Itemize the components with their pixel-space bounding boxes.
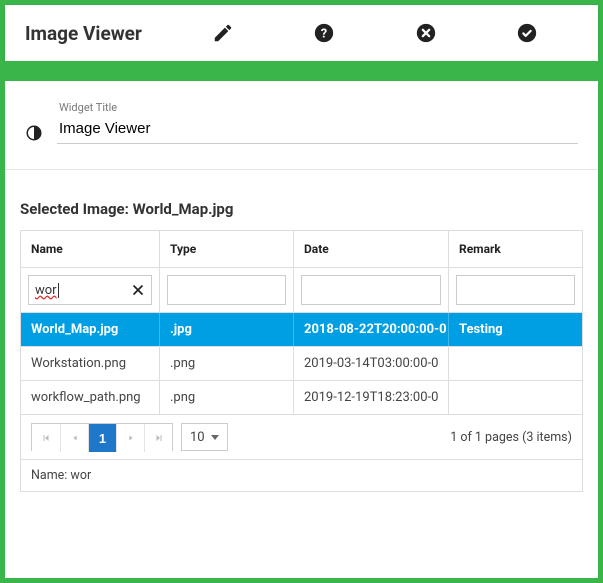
confirm-icon[interactable] — [516, 22, 538, 44]
filter-date-input[interactable] — [302, 276, 440, 304]
selected-image-name: World_Map.jpg — [133, 200, 234, 218]
pager-info: 1 of 1 pages (3 items) — [450, 430, 572, 445]
widget-title-field: Widget Title — [57, 101, 578, 144]
pager-bar: 1 10 1 of 1 pages (3 items) — [20, 415, 583, 460]
filter-type-wrap — [167, 275, 286, 305]
help-icon[interactable]: ? — [313, 22, 335, 44]
cell-name: World_Map.jpg — [21, 313, 159, 346]
cell-type: .jpg — [159, 313, 293, 346]
edit-icon[interactable] — [212, 22, 234, 44]
col-header-name[interactable]: Name — [21, 231, 159, 267]
filter-type-input[interactable] — [168, 276, 285, 304]
cell-name: Workstation.png — [21, 347, 159, 380]
pager-last-icon[interactable] — [144, 424, 172, 452]
pager-first-icon[interactable] — [32, 424, 60, 452]
contrast-icon[interactable] — [25, 124, 43, 142]
cancel-icon[interactable] — [415, 22, 437, 44]
filter-remark-input[interactable] — [457, 276, 574, 304]
header-title: Image Viewer — [25, 22, 142, 45]
pager-group: 1 — [31, 423, 173, 451]
col-header-date[interactable]: Date — [293, 231, 448, 267]
cell-type: .png — [159, 347, 293, 380]
pager-next-icon[interactable] — [116, 424, 144, 452]
cell-remark — [448, 347, 582, 380]
selected-image-label: Selected Image: World_Map.jpg — [20, 200, 583, 218]
pager-prev-icon[interactable] — [60, 424, 88, 452]
cell-name: workflow_path.png — [21, 381, 159, 414]
cell-date: 2019-03-14T03:00:00-0 — [293, 347, 448, 380]
pager-page-current[interactable]: 1 — [88, 424, 116, 452]
filter-date-wrap — [301, 275, 441, 305]
image-grid: Name Type Date Remark wor — [20, 230, 583, 415]
table-row[interactable]: World_Map.jpg .jpg 2018-08-22T20:00:00-0… — [21, 313, 582, 347]
selected-image-prefix: Selected Image: — [20, 200, 133, 218]
svg-text:?: ? — [321, 27, 327, 42]
text-caret — [58, 283, 59, 298]
cell-remark: Testing — [448, 313, 582, 346]
accent-strip — [5, 61, 598, 81]
app-frame: Image Viewer ? Widget Title — [0, 0, 603, 583]
grid-header-row: Name Type Date Remark — [21, 231, 582, 268]
table-row[interactable]: workflow_path.png .png 2019-12-19T18:23:… — [21, 381, 582, 414]
table-row[interactable]: Workstation.png .png 2019-03-14T03:00:00… — [21, 347, 582, 381]
header-actions: ? — [172, 22, 578, 44]
cell-type: .png — [159, 381, 293, 414]
filter-remark-wrap — [456, 275, 575, 305]
clear-filter-icon[interactable] — [129, 281, 147, 299]
cell-date: 2018-08-22T20:00:00-0 — [293, 313, 448, 346]
filter-name-wrap: wor — [28, 275, 152, 305]
header-bar: Image Viewer ? — [5, 5, 598, 61]
grid-filter-row: wor — [21, 268, 582, 313]
col-header-type[interactable]: Type — [159, 231, 293, 267]
caret-down-icon — [211, 435, 219, 440]
main-area: Selected Image: World_Map.jpg Name Type … — [5, 170, 598, 502]
col-header-remark[interactable]: Remark — [448, 231, 582, 267]
widget-title-label: Widget Title — [59, 101, 578, 114]
page-size-select[interactable]: 10 — [181, 423, 228, 451]
page-size-value: 10 — [190, 430, 205, 445]
cell-remark — [448, 381, 582, 414]
widget-title-input[interactable] — [57, 116, 578, 144]
filter-summary: Name: wor — [20, 460, 583, 492]
cell-date: 2019-12-19T18:23:00-0 — [293, 381, 448, 414]
widget-title-section: Widget Title — [5, 81, 598, 170]
